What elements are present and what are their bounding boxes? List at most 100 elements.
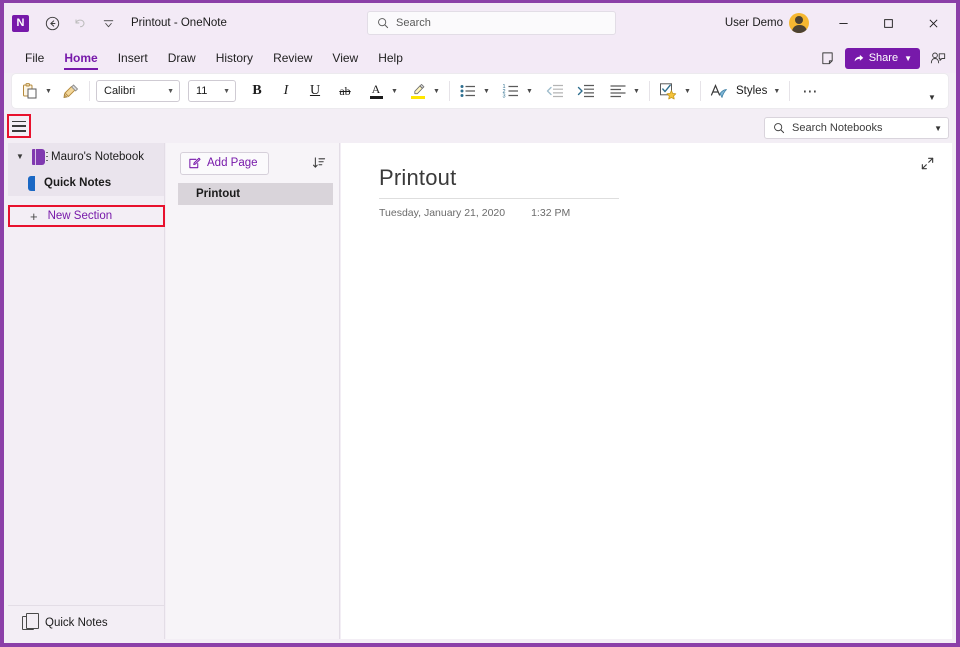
styles-label[interactable]: Styles — [736, 85, 767, 97]
nav-toggle-highlight — [7, 114, 31, 138]
increase-indent-icon[interactable] — [574, 78, 598, 104]
align-text-icon[interactable] — [606, 78, 630, 104]
tags-chevron-icon[interactable]: ▼ — [681, 78, 694, 104]
user-name: User Demo — [725, 17, 783, 29]
highlight-chevron-icon[interactable]: ▼ — [430, 78, 443, 104]
chevron-down-icon: ▼ — [167, 88, 174, 95]
tab-history[interactable]: History — [206, 46, 263, 70]
chevron-down-icon: ▼ — [223, 88, 230, 95]
tab-draw[interactable]: Draw — [158, 46, 206, 70]
search-icon — [773, 122, 785, 134]
page-date[interactable]: Tuesday, January 21, 2020 — [379, 207, 505, 219]
minimize-button[interactable] — [821, 7, 866, 39]
font-color-chevron-icon[interactable]: ▼ — [388, 78, 401, 104]
svg-text:3: 3 — [503, 94, 506, 100]
search-icon — [377, 17, 389, 29]
divider — [649, 81, 650, 101]
divider — [449, 81, 450, 101]
divider — [700, 81, 701, 101]
section-name: Quick Notes — [44, 177, 111, 189]
tab-review[interactable]: Review — [263, 46, 322, 70]
hamburger-menu-icon[interactable] — [12, 121, 26, 132]
tab-file[interactable]: File — [15, 46, 54, 70]
divider — [789, 81, 790, 101]
new-section-button[interactable]: + New Section — [10, 207, 163, 225]
highlight-button[interactable] — [406, 78, 430, 104]
paste-options-chevron-icon[interactable]: ▼ — [42, 78, 55, 104]
tab-home[interactable]: Home — [54, 46, 107, 70]
more-options-icon[interactable]: ⋯ — [796, 78, 824, 104]
italic-button[interactable]: I — [274, 78, 298, 104]
strikethrough-button[interactable]: ab — [333, 78, 357, 104]
chevron-down-icon[interactable]: ▼ — [16, 152, 26, 161]
quick-notes-footer-button[interactable]: Quick Notes — [8, 605, 165, 639]
underline-button[interactable]: U — [303, 78, 327, 104]
numbered-list-icon[interactable]: 1 2 3 — [499, 78, 523, 104]
align-chevron-icon[interactable]: ▼ — [630, 78, 643, 104]
styles-group: Styles ▼ — [707, 74, 783, 108]
onenote-window: N Printout - O — [0, 0, 960, 647]
clipboard-group: ▼ — [18, 74, 83, 108]
notebook-icon — [32, 149, 45, 165]
page-time[interactable]: 1:32 PM — [531, 207, 570, 219]
styles-chevron-icon[interactable]: ▼ — [770, 78, 783, 104]
paste-icon[interactable] — [18, 78, 42, 104]
tags-group: ▼ — [656, 74, 694, 108]
decrease-indent-icon[interactable] — [543, 78, 567, 104]
page-list-header: Add Page — [166, 143, 339, 183]
quick-notes-page-icon — [22, 616, 34, 630]
customize-quick-access-icon[interactable] — [95, 10, 121, 36]
list-item[interactable]: Printout — [178, 183, 333, 205]
add-page-icon — [188, 157, 201, 170]
collapse-ribbon-icon[interactable]: ▼ — [920, 87, 944, 107]
bold-button[interactable]: B — [245, 78, 269, 104]
font-family-select[interactable]: Calibri ▼ — [96, 80, 180, 102]
maximize-button[interactable] — [866, 7, 911, 39]
paragraph-group: ▼ 1 2 3 ▼ — [456, 74, 643, 108]
page-list-item-title: Printout — [196, 188, 240, 200]
bullet-list-chevron-icon[interactable]: ▼ — [480, 78, 493, 104]
bullet-list-icon[interactable] — [456, 78, 480, 104]
font-size-select[interactable]: 11 ▼ — [188, 80, 236, 102]
font-family-value: Calibri — [104, 85, 135, 97]
notebook-nav-pane: ▼ Mauro's Notebook Quick Notes + New Sec… — [8, 143, 165, 639]
plus-icon: + — [30, 210, 38, 223]
title-bar: N Printout - O — [4, 3, 956, 43]
notebook-item[interactable]: ▼ Mauro's Notebook — [8, 143, 164, 170]
new-section-highlight: + New Section — [8, 205, 165, 227]
sticky-note-icon[interactable] — [813, 45, 843, 71]
new-section-label: New Section — [48, 210, 113, 222]
expand-page-icon[interactable] — [918, 154, 936, 172]
meeting-notes-icon[interactable] — [924, 45, 952, 71]
tags-icon[interactable] — [656, 78, 681, 104]
sidebar-item-quick-notes[interactable]: Quick Notes — [8, 170, 164, 196]
tab-help[interactable]: Help — [368, 46, 413, 70]
format-painter-icon[interactable] — [59, 78, 83, 104]
font-color-button[interactable]: A — [364, 78, 388, 104]
avatar[interactable] — [789, 13, 809, 33]
share-button[interactable]: Share ▼ — [845, 48, 920, 69]
quick-access-toolbar: N Printout - O — [4, 10, 227, 36]
back-arrow-icon[interactable] — [39, 10, 65, 36]
share-icon — [853, 52, 865, 64]
styles-icon[interactable] — [707, 78, 731, 104]
undo-icon[interactable] — [67, 10, 93, 36]
tab-insert[interactable]: Insert — [108, 46, 158, 70]
page-header: Printout Tuesday, January 21, 2020 1:32 … — [379, 165, 619, 219]
close-button[interactable] — [911, 7, 956, 39]
page-title[interactable]: Printout — [379, 165, 619, 199]
add-page-button[interactable]: Add Page — [180, 152, 269, 175]
search-placeholder: Search — [396, 17, 431, 29]
font-group: Calibri ▼ 11 ▼ B I U ab A ▼ — [96, 74, 443, 108]
tab-view[interactable]: View — [322, 46, 368, 70]
numbered-list-chevron-icon[interactable]: ▼ — [523, 78, 536, 104]
onenote-logo-icon: N — [12, 15, 29, 32]
share-label: Share — [869, 52, 898, 64]
chevron-down-icon[interactable]: ▼ — [934, 124, 942, 133]
search-notebooks-input[interactable]: Search Notebooks ▼ — [764, 117, 949, 139]
page-canvas[interactable]: Printout Tuesday, January 21, 2020 1:32 … — [341, 143, 952, 639]
sort-pages-icon[interactable] — [309, 152, 329, 174]
global-search[interactable]: Search — [367, 11, 616, 35]
section-color-tab — [28, 176, 35, 191]
quick-notes-footer-label: Quick Notes — [45, 617, 108, 629]
